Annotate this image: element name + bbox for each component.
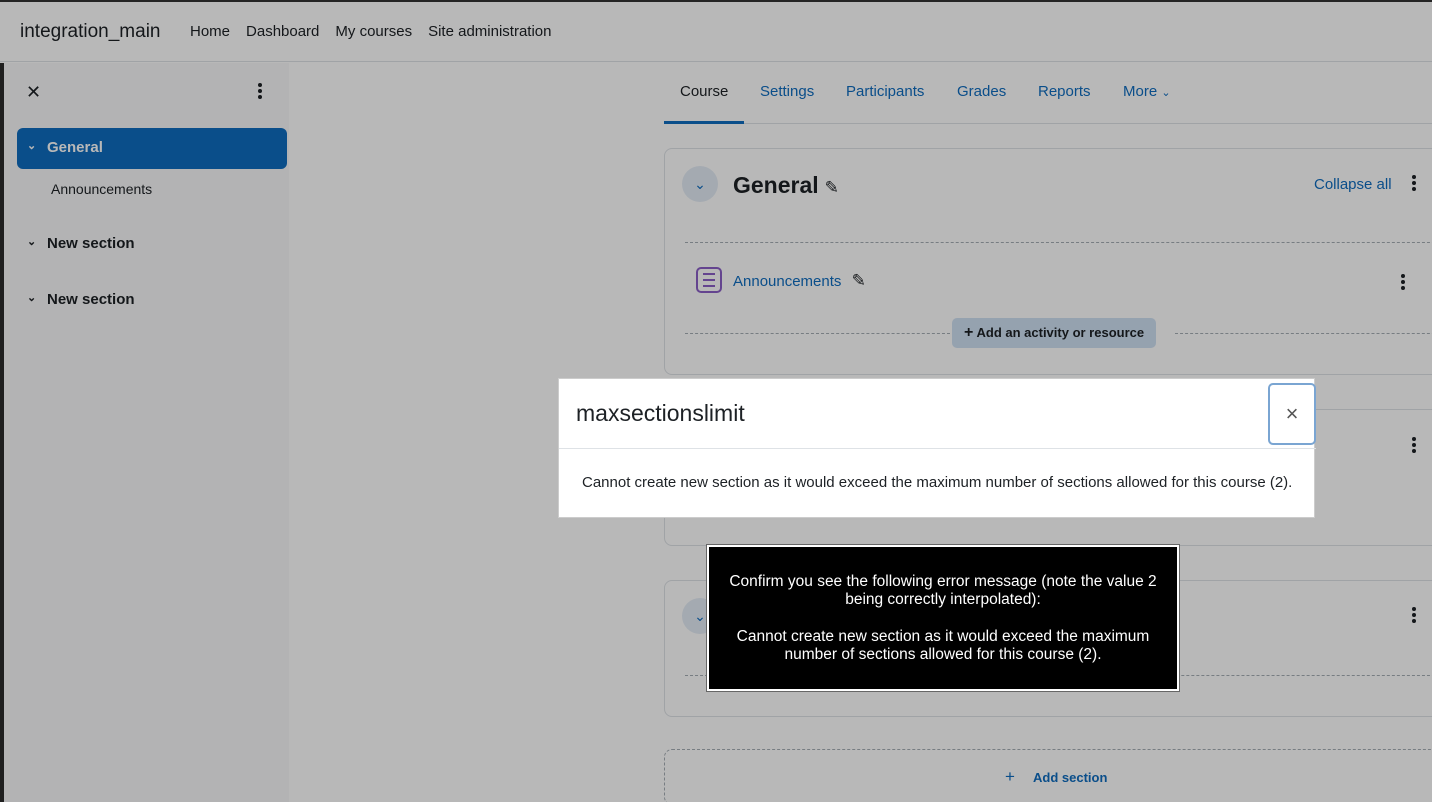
divider (559, 448, 1316, 449)
tooltip-instruction: Confirm you see the following error mess… (729, 573, 1157, 608)
modal-body-text: Cannot create new section as it would ex… (582, 474, 1293, 491)
error-modal: maxsectionslimit × Cannot create new sec… (558, 378, 1316, 518)
modal-title: maxsectionslimit (576, 400, 745, 426)
close-icon[interactable]: × (1268, 383, 1316, 445)
test-instruction-tooltip: Confirm you see the following error mess… (706, 544, 1180, 692)
tooltip-expected-message: Cannot create new section as it would ex… (736, 628, 1150, 663)
